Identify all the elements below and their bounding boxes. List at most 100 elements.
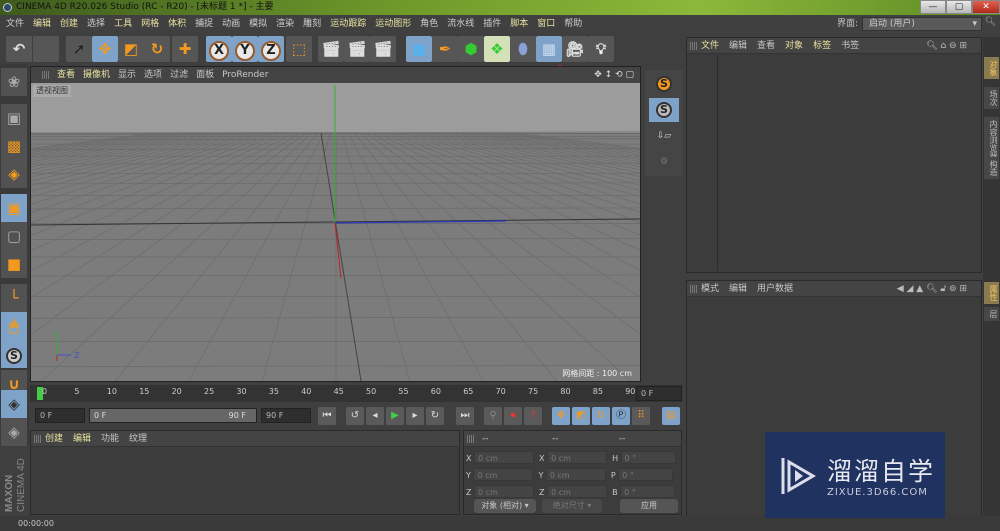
- search-icon[interactable]: 🔍︎: [985, 17, 996, 27]
- size-field[interactable]: 0 cm: [547, 451, 608, 464]
- close-button[interactable]: ✕: [972, 0, 1000, 14]
- undo-button[interactable]: ↶: [6, 36, 32, 62]
- cube-button[interactable]: ■: [406, 36, 432, 62]
- key-scale-button[interactable]: ◩: [572, 407, 590, 425]
- menu-item-10[interactable]: 模拟: [249, 19, 267, 29]
- workplane-button[interactable]: ⇩▱: [649, 124, 679, 148]
- menu-item-7[interactable]: 体积: [168, 19, 186, 29]
- menu-item-2[interactable]: 摄像机: [83, 70, 110, 80]
- menu-item-6[interactable]: 面板: [196, 70, 214, 80]
- menu-item-13[interactable]: 运动跟踪: [330, 19, 366, 29]
- menu-item-7[interactable]: ProRender: [222, 70, 268, 80]
- menu-item-6[interactable]: 网格: [141, 19, 159, 29]
- go-to-start-button[interactable]: ⏮: [318, 407, 336, 425]
- deformer-button[interactable]: ⬮: [510, 36, 536, 62]
- menu-item-2[interactable]: 编辑: [33, 19, 51, 29]
- menu-item-2[interactable]: 编辑: [73, 434, 91, 444]
- dock-tab[interactable]: 层: [984, 307, 999, 321]
- minimize-button[interactable]: —: [920, 0, 946, 14]
- cloner-button[interactable]: ❖: [484, 36, 510, 62]
- camera-button[interactable]: 🎥︎: [562, 36, 588, 62]
- menu-item-5[interactable]: 过滤: [170, 70, 188, 80]
- layout-dropdown[interactable]: 启动 (用户) ▾: [862, 17, 982, 31]
- record-button[interactable]: ⚲: [484, 407, 502, 425]
- menu-item-14[interactable]: 运动图形: [375, 19, 411, 29]
- menu-item-20[interactable]: 帮助: [564, 19, 582, 29]
- autokey-button[interactable]: ⏺: [504, 407, 522, 425]
- menu-item-2[interactable]: 编辑: [729, 284, 747, 294]
- menu-item-3[interactable]: 创建: [60, 19, 78, 29]
- perspective-view[interactable]: YZ 透视视图 网格间距 : 100 cm: [31, 83, 640, 381]
- menu-item-9[interactable]: 动画: [222, 19, 240, 29]
- edges-mode-button[interactable]: ▢: [1, 222, 27, 250]
- tweak-mode-button[interactable]: 🖱︎: [1, 312, 27, 340]
- menu-item-3[interactable]: 功能: [101, 434, 119, 444]
- sculpt-brush-button[interactable]: ❀: [1, 68, 27, 96]
- polygons-mode-button[interactable]: ■: [1, 250, 27, 278]
- menu-item-3[interactable]: 查看: [757, 41, 775, 51]
- menu-item-1[interactable]: 查看: [57, 70, 75, 80]
- menu-item-12[interactable]: 雕刻: [303, 19, 321, 29]
- coordinate-mode-dropdown[interactable]: 对象 (相对) ▾: [474, 499, 536, 513]
- grip-icon[interactable]: [690, 285, 698, 293]
- x-axis-lock-button[interactable]: X: [206, 36, 232, 62]
- menu-item-4[interactable]: 选择: [87, 19, 105, 29]
- next-key-button[interactable]: ↻: [426, 407, 444, 425]
- keyframe-selection-button[interactable]: ?: [524, 407, 542, 425]
- maximize-button[interactable]: ▢: [946, 0, 972, 14]
- menu-item-1[interactable]: 文件: [701, 41, 719, 51]
- dock-tab[interactable]: 场次: [984, 87, 999, 109]
- go-to-end-button[interactable]: ⏭: [456, 407, 474, 425]
- menu-item-1[interactable]: 创建: [45, 434, 63, 444]
- scale-button[interactable]: ◩: [118, 36, 144, 62]
- snapping-button[interactable]: S: [1, 340, 27, 368]
- object-manager-icons[interactable]: 🔍︎ ⌂ ⊖ ⊞: [926, 38, 967, 54]
- rotation-field[interactable]: 0 °: [618, 468, 674, 481]
- size-mode-dropdown[interactable]: 绝对尺寸 ▾: [542, 499, 602, 513]
- timeline-window-button[interactable]: ▤: [662, 407, 680, 425]
- z-axis-lock-button[interactable]: Z: [258, 36, 284, 62]
- key-pla-button[interactable]: ⠿: [632, 407, 650, 425]
- menu-item-16[interactable]: 流水线: [447, 19, 474, 29]
- play-button[interactable]: ▶: [386, 407, 404, 425]
- menu-item-2[interactable]: 编辑: [729, 41, 747, 51]
- menu-item-5[interactable]: 标签: [813, 41, 831, 51]
- position-field[interactable]: 0 cm: [474, 485, 535, 498]
- snap-settings-button[interactable]: S: [649, 98, 679, 122]
- menu-item-8[interactable]: 捕捉: [195, 19, 213, 29]
- menu-item-4[interactable]: 纹理: [129, 434, 147, 444]
- rotate-button[interactable]: ↻: [144, 36, 170, 62]
- workplane-mode-button[interactable]: ◈: [1, 160, 27, 188]
- attribute-nav-icons[interactable]: ◀ ◢ ▲ 🔍︎ 🔓︎ ⊚ ⊞: [897, 281, 967, 297]
- y-axis-lock-button[interactable]: Y: [232, 36, 258, 62]
- size-field[interactable]: 0 cm: [547, 485, 608, 498]
- snap-toggle-button[interactable]: S: [649, 72, 679, 96]
- size-field[interactable]: 0 cm: [545, 468, 606, 481]
- key-parameter-button[interactable]: Ⓟ: [612, 407, 630, 425]
- model-mode-button[interactable]: ▣: [1, 104, 27, 132]
- start-frame-field[interactable]: 0 F: [35, 408, 85, 423]
- dock-tab[interactable]: 对象: [984, 57, 999, 79]
- menu-item-3[interactable]: 用户数据: [757, 284, 793, 294]
- pen-button[interactable]: ✒: [432, 36, 458, 62]
- key-position-button[interactable]: ✥: [552, 407, 570, 425]
- axis-mode-button[interactable]: └: [1, 284, 27, 312]
- timeline-ruler[interactable]: 0 5 10 15 20 25 30 35 40 45 50 55 60 65 70 75 80 85 90 0 F: [30, 385, 682, 402]
- next-frame-button[interactable]: ▸: [406, 407, 424, 425]
- viewport-nav-icons[interactable]: ✥ ↕ ⟲ ▢: [594, 67, 634, 83]
- subdivision-button[interactable]: ⬢: [458, 36, 484, 62]
- position-field[interactable]: 0 cm: [474, 451, 535, 464]
- light-button[interactable]: 💡︎: [588, 36, 614, 62]
- menu-item-5[interactable]: 工具: [114, 19, 132, 29]
- menu-item-4[interactable]: 对象: [785, 41, 803, 51]
- render-view-button[interactable]: 🎬︎: [318, 36, 344, 62]
- menu-item-3[interactable]: 显示: [118, 70, 136, 80]
- end-frame-field[interactable]: 90 F: [261, 408, 311, 423]
- recent-tool-button[interactable]: ✚: [172, 36, 198, 62]
- frame-range-slider[interactable]: 0 F 90 F: [89, 408, 257, 423]
- position-field[interactable]: 0 cm: [473, 468, 534, 481]
- menu-item-18[interactable]: 脚本: [510, 19, 528, 29]
- render-settings-button[interactable]: 🎬︎: [370, 36, 396, 62]
- menu-item-4[interactable]: 选项: [144, 70, 162, 80]
- texture-mode-button[interactable]: ▩: [1, 132, 27, 160]
